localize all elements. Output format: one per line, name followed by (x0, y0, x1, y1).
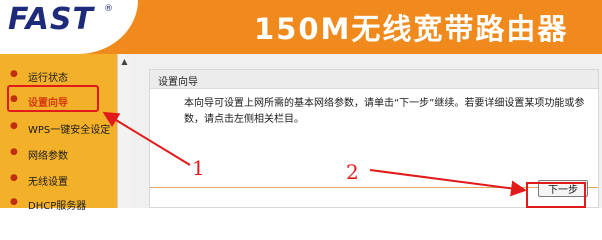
panel-title: 设置向导 (158, 77, 198, 88)
sidebar-item-dhcp[interactable]: ● DHCP服务器 (0, 192, 117, 216)
annotation-number-2: 2 (346, 160, 359, 184)
wizard-description: 本向导可设置上网所需的基本网络参数，请单击“下一步”继续。若要详细设置某项功能或… (184, 98, 585, 125)
highlight-box-setup-wizard (7, 85, 99, 112)
bullet-icon: ● (10, 197, 18, 207)
bullet-icon: ● (10, 69, 18, 79)
sidebar-item-label: 网络参数 (28, 151, 68, 162)
sidebar-item-label: WPS一键安全设定 (28, 125, 111, 136)
annotation-number-1: 1 (192, 156, 205, 180)
fast-logo: FAST (8, 2, 94, 37)
header-banner: FAST ® 150M无线宽带路由器 (0, 0, 602, 54)
registered-mark: ® (104, 4, 113, 14)
sidebar-item-network[interactable]: ● 网络参数 (0, 142, 117, 166)
sidebar-item-wps[interactable]: ● WPS一键安全设定 (0, 116, 117, 140)
bullet-icon: ● (10, 121, 18, 131)
bullet-icon: ● (10, 173, 18, 183)
bullet-icon: ● (10, 147, 18, 157)
product-title: 150M无线宽带路由器 (254, 12, 569, 46)
sidebar-item-label: 无线设置 (28, 177, 68, 188)
logo-area: FAST ® (0, 0, 138, 54)
sidebar-item-label: DHCP服务器 (28, 201, 87, 212)
sidebar-item-label: 运行状态 (28, 73, 68, 84)
sidebar-item-wireless[interactable]: ● 无线设置 (0, 168, 117, 192)
panel-header: 设置向导 (150, 70, 598, 89)
scroll-up-icon[interactable]: ▲ (118, 56, 131, 68)
sidebar-scrollbar[interactable]: ▲ (117, 54, 131, 208)
highlight-box-next-step (526, 182, 586, 208)
sidebar-menu: ● 运行状态 ● 设置向导 ● WPS一键安全设定 ● 网络参数 ● 无线设置 … (0, 54, 117, 212)
